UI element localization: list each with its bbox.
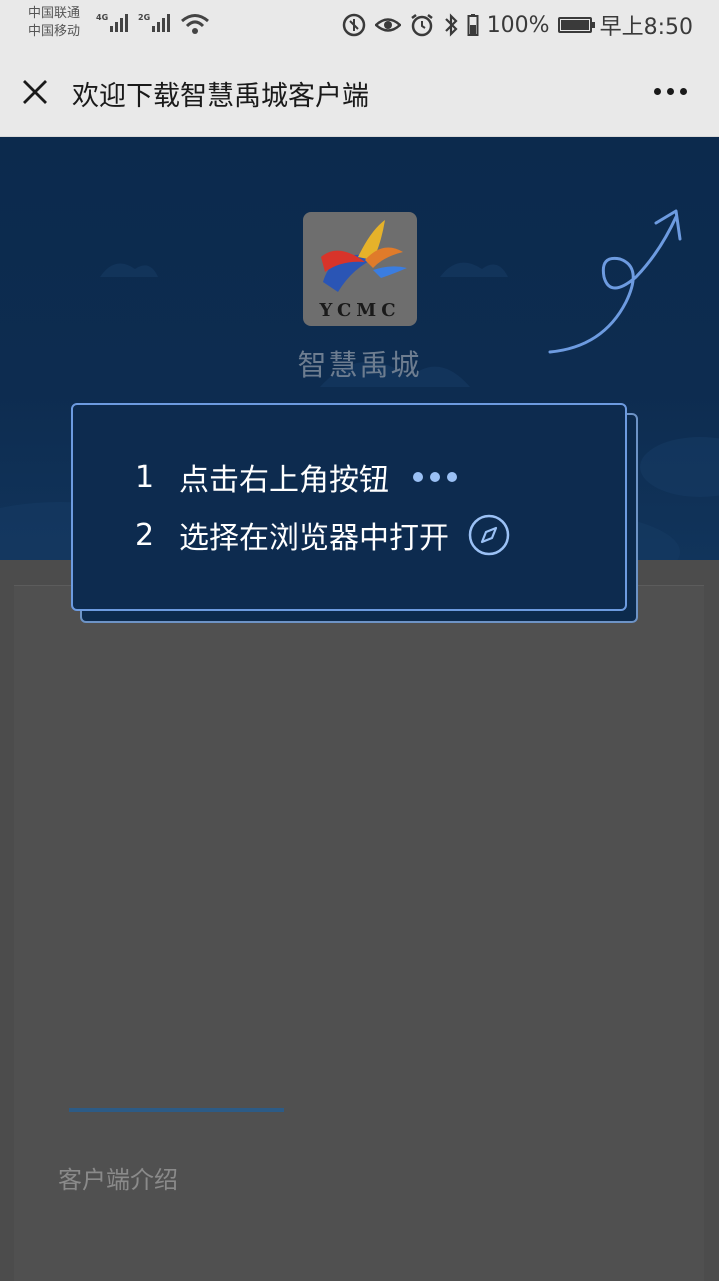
carrier-2: 中国移动 [28,24,81,39]
signal-icon-2 [152,14,170,32]
signal-icon-1 [110,14,128,32]
title-bar: 欢迎下载智慧禹城客户端 [0,52,719,137]
carrier-1: 中国联通 [28,6,81,21]
step-2-number: 2 [135,517,155,553]
status-right-group: 100% 早上8:50 [341,10,693,40]
pointing-arrow-icon [548,209,682,354]
app-logo: YCMC [303,212,417,326]
close-icon[interactable] [22,79,48,105]
eye-comfort-icon [374,18,401,32]
step-1-text: 点击右上角按钮 [179,463,389,498]
battery-percentage: 100% [486,12,550,38]
battery-icon [557,17,595,33]
more-options-icon[interactable] [654,88,687,95]
alarm-icon [410,14,433,37]
bluetooth-icon [444,13,458,37]
carrier-names: 中国联通 中国移动 [28,5,80,41]
status-bar: 中国联通 中国移动 4G 2G 100% 早上8:50 [0,0,719,52]
wifi-icon [181,14,209,34]
network-type-1: 4G [96,13,109,22]
page-title: 欢迎下载智慧禹城客户端 [72,81,369,112]
data-saver-icon [342,13,365,37]
network-type-2: 2G [138,13,151,22]
open-in-browser-guide: 1 点击右上角按钮 2 选择在浏览器中打开 [71,403,627,611]
clock-time: 早上8:50 [599,15,693,40]
sim-battery-icon [467,14,479,36]
logo-bird-icon [321,220,407,292]
more-dots-icon [413,472,457,482]
tab-underline [69,1108,284,1112]
step-2-text: 选择在浏览器中打开 [179,521,449,556]
logo-text: YCMC [319,300,401,321]
guide-step-2: 2 选择在浏览器中打开 [135,513,511,557]
compass-icon [468,514,510,556]
guide-step-1: 1 点击右上角按钮 [135,455,457,499]
step-1-number: 1 [135,459,155,495]
client-intro-label[interactable]: 客户端介绍 [58,1160,178,1195]
